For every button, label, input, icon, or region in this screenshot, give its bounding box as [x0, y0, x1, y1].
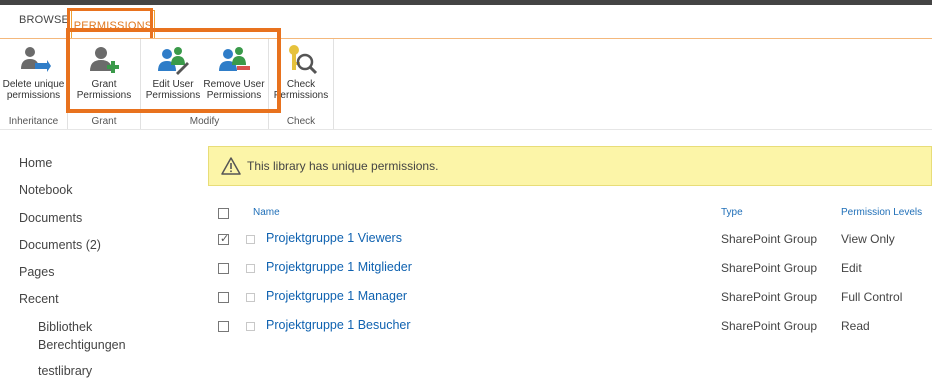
group-label-modify: Modify: [189, 116, 220, 127]
remove-user-permissions-icon: [219, 47, 250, 71]
check-permissions-button[interactable]: Check Permissions: [269, 43, 333, 101]
delete-unique-label-1: Delete unique: [2, 79, 65, 90]
row-type-icon: [246, 264, 255, 273]
group-label-grant: Grant: [91, 116, 117, 127]
group-label-inheritance: Inheritance: [8, 116, 59, 127]
checkmark-icon: ✓: [220, 233, 230, 245]
table-row[interactable]: Projektgruppe 1 Besucher SharePoint Grou…: [208, 318, 932, 346]
column-header-name[interactable]: Name: [253, 207, 280, 218]
group-name-link[interactable]: Projektgruppe 1 Besucher: [266, 318, 411, 332]
edit-user-label-1: Edit User: [152, 79, 194, 90]
group-type: SharePoint Group: [721, 319, 818, 333]
remove-user-permissions-button[interactable]: Remove User Permissions: [202, 43, 266, 101]
row-type-icon: [246, 322, 255, 331]
delete-permissions-icon: [20, 47, 51, 72]
edit-user-permissions-button[interactable]: Edit User Permissions: [145, 43, 201, 101]
group-type: SharePoint Group: [721, 232, 818, 246]
check-label-1: Check: [286, 79, 316, 90]
row-type-icon: [246, 293, 255, 302]
edit-user-permissions-icon: [158, 47, 189, 75]
quick-launch-nav: Home Notebook Documents Documents (2) Pa…: [19, 150, 199, 380]
group-label-check: Check: [286, 116, 316, 127]
nav-item-documents-2[interactable]: Documents (2): [19, 232, 199, 259]
table-row[interactable]: Projektgruppe 1 Mitglieder SharePoint Gr…: [208, 260, 932, 288]
column-header-permission-levels[interactable]: Permission Levels: [841, 207, 922, 218]
permission-level: Full Control: [841, 290, 903, 304]
row-checkbox[interactable]: [218, 321, 229, 332]
grant-permissions-icon: [90, 47, 119, 73]
row-checkbox[interactable]: ✓: [218, 233, 230, 245]
tab-highlight-outline: [67, 8, 153, 38]
grant-label-2: Permissions: [76, 90, 132, 101]
nav-item-recent[interactable]: Recent: [19, 286, 199, 313]
check-permissions-icon: [289, 45, 318, 75]
grant-permissions-button[interactable]: Grant Permissions: [68, 43, 140, 101]
delete-unique-label-2: permissions: [6, 90, 61, 101]
remove-user-label-1: Remove User: [203, 79, 265, 90]
group-modify: Edit User Permissions Remove User Permis…: [141, 39, 269, 129]
row-checkbox[interactable]: [218, 263, 229, 274]
group-type: SharePoint Group: [721, 290, 818, 304]
nav-item-notebook[interactable]: Notebook: [19, 177, 199, 204]
check-label-2: Permissions: [273, 90, 329, 101]
nav-subitem-bibliothek[interactable]: Bibliothek Berechtigungen: [19, 318, 148, 354]
banner-text: This library has unique permissions.: [247, 159, 439, 173]
tab-browse[interactable]: BROWSE: [19, 14, 69, 26]
table-row[interactable]: Projektgruppe 1 Manager SharePoint Group…: [208, 289, 932, 317]
grant-label-1: Grant: [91, 79, 117, 90]
row-checkbox[interactable]: [218, 292, 229, 303]
group-name-link[interactable]: Projektgruppe 1 Mitglieder: [266, 260, 412, 274]
remove-user-label-2: Permissions: [206, 90, 262, 101]
group-inheritance: Delete unique permissions Inheritance: [0, 39, 68, 129]
nav-item-home[interactable]: Home: [19, 150, 199, 177]
edit-user-label-2: Permissions: [145, 90, 201, 101]
permission-level: Edit: [841, 261, 862, 275]
nav-item-pages[interactable]: Pages: [19, 259, 199, 286]
group-name-link[interactable]: Projektgruppe 1 Manager: [266, 289, 407, 303]
status-banner: This library has unique permissions.: [208, 146, 932, 186]
nav-subitem-testlibrary[interactable]: testlibrary: [19, 362, 199, 380]
group-grant: Grant Permissions Grant: [68, 39, 141, 129]
table-row[interactable]: ✓ Projektgruppe 1 Viewers SharePoint Gro…: [208, 231, 932, 259]
ribbon: Delete unique permissions Inheritance Gr…: [0, 38, 932, 130]
group-name-link[interactable]: Projektgruppe 1 Viewers: [266, 231, 402, 245]
select-all-checkbox[interactable]: [218, 208, 229, 219]
warning-icon: [221, 157, 241, 175]
nav-item-documents[interactable]: Documents: [19, 205, 199, 232]
group-type: SharePoint Group: [721, 261, 818, 275]
group-check: Check Permissions Check: [269, 39, 334, 129]
permission-level: Read: [841, 319, 870, 333]
permission-level: View Only: [841, 232, 895, 246]
column-header-type[interactable]: Type: [721, 207, 743, 218]
row-type-icon: [246, 235, 255, 244]
delete-unique-permissions-button[interactable]: Delete unique permissions: [0, 43, 67, 101]
